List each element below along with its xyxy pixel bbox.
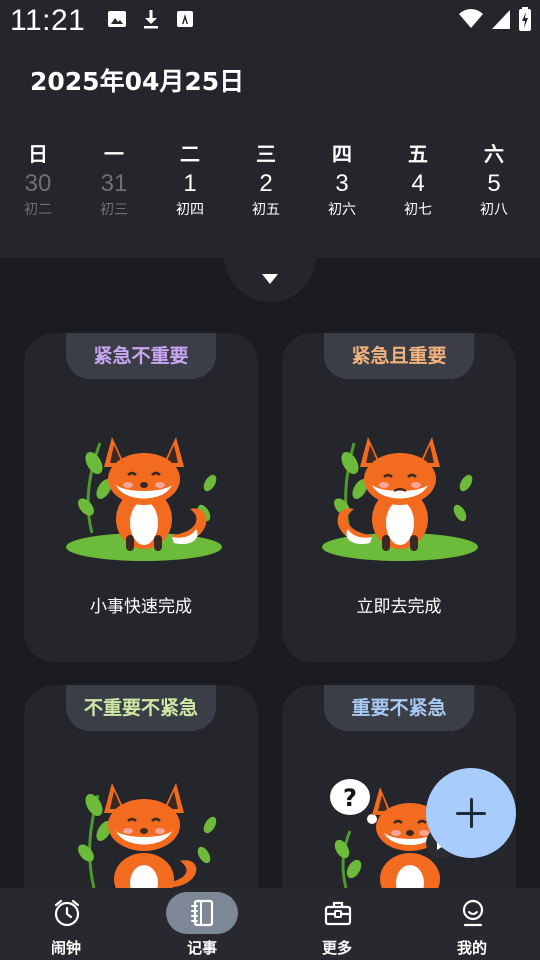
quadrant-title: 不重要不紧急: [66, 685, 216, 731]
bottom-navigation: 闹钟 记事 更多 我的: [0, 888, 540, 960]
nav-item-profile[interactable]: 我的: [422, 888, 522, 960]
weekday-label: 五: [408, 142, 428, 166]
day-cell[interactable]: 五 4 初七: [388, 140, 448, 220]
nav-item-alarm[interactable]: 闹钟: [16, 888, 116, 960]
weekday-label: 四: [332, 142, 352, 166]
lunar-date: 初八: [480, 202, 508, 218]
quadrant-caption: 小事快速完成: [90, 597, 192, 617]
add-task-button[interactable]: [426, 768, 516, 858]
day-number: 4: [411, 170, 425, 197]
nav-label: 我的: [456, 939, 487, 957]
day-number: 30: [24, 170, 52, 197]
lunar-date: 初六: [328, 202, 356, 218]
lunar-date: 初二: [24, 202, 52, 218]
weekday-label: 日: [28, 142, 48, 166]
day-number: 5: [487, 170, 501, 197]
day-cell[interactable]: 六 5 初八: [464, 140, 524, 220]
quadrant-card-not-important-not-urgent[interactable]: 不重要不紧急: [24, 685, 258, 888]
day-number: 3: [335, 170, 349, 197]
week-strip: 日 30 初二 一 31 初三 二 1 初四 三 2 初五 四 3 初六 五 4…: [0, 140, 540, 230]
fox-happy-illustration: [66, 437, 222, 561]
lunar-date: 初五: [252, 202, 280, 218]
day-cell[interactable]: 三 2 初五: [236, 140, 296, 220]
image-icon: [108, 11, 126, 27]
weekday-label: 一: [104, 142, 124, 166]
calendar-header: 11:21 2025年04月25日 日 30 初二 一 31 初三 二 1 初四…: [0, 0, 540, 258]
day-number: 31: [100, 170, 128, 197]
lunar-date: 初七: [404, 202, 432, 218]
nav-label: 更多: [321, 939, 352, 957]
expand-calendar-button[interactable]: [224, 240, 316, 302]
weekday-label: 六: [484, 142, 504, 166]
lunar-date: 初三: [100, 202, 128, 218]
signal-icon: [492, 10, 510, 29]
fox-worried-illustration: [322, 437, 478, 561]
toolbox-icon: [324, 901, 352, 926]
notebook-icon: [191, 899, 214, 927]
day-cell[interactable]: 二 1 初四: [160, 140, 220, 220]
nav-item-more[interactable]: 更多: [287, 888, 387, 960]
nav-label: 闹钟: [50, 939, 81, 957]
quadrant-title: 紧急且重要: [324, 333, 474, 379]
lunar-date: 初四: [176, 202, 204, 218]
day-cell[interactable]: 一 31 初三: [84, 140, 144, 220]
quadrant-title: 紧急不重要: [66, 333, 216, 379]
translate-icon: [177, 11, 193, 27]
fox-relaxed-illustration: [78, 783, 217, 888]
status-bar: 11:21: [0, 0, 540, 44]
nav-item-notes[interactable]: 记事: [152, 888, 252, 960]
day-cell[interactable]: 四 3 初六: [312, 140, 372, 220]
quadrant-card-urgent-not-important[interactable]: 紧急不重要 小事快速完成: [24, 333, 258, 662]
download-icon: [144, 10, 158, 29]
current-date-title[interactable]: 2025年04月25日: [30, 62, 244, 98]
quadrant-caption: 立即去完成: [356, 597, 442, 617]
svg-text:?: ?: [343, 784, 357, 812]
quadrant-title: 重要不紧急: [324, 685, 474, 731]
wifi-icon: [459, 9, 483, 28]
day-cell[interactable]: 日 30 初二: [8, 140, 68, 220]
quadrant-card-urgent-important[interactable]: 紧急且重要 立即去完成: [282, 333, 516, 662]
weekday-label: 三: [256, 142, 276, 166]
nav-label: 记事: [186, 939, 217, 957]
weekday-label: 二: [180, 142, 200, 166]
status-time: 11:21: [10, 4, 86, 37]
chevron-down-icon: [262, 274, 278, 284]
day-number: 1: [183, 170, 197, 197]
battery-charging-icon: [519, 7, 531, 31]
alarm-clock-icon: [54, 899, 80, 927]
day-number: 2: [259, 170, 273, 197]
profile-icon: [462, 899, 484, 927]
